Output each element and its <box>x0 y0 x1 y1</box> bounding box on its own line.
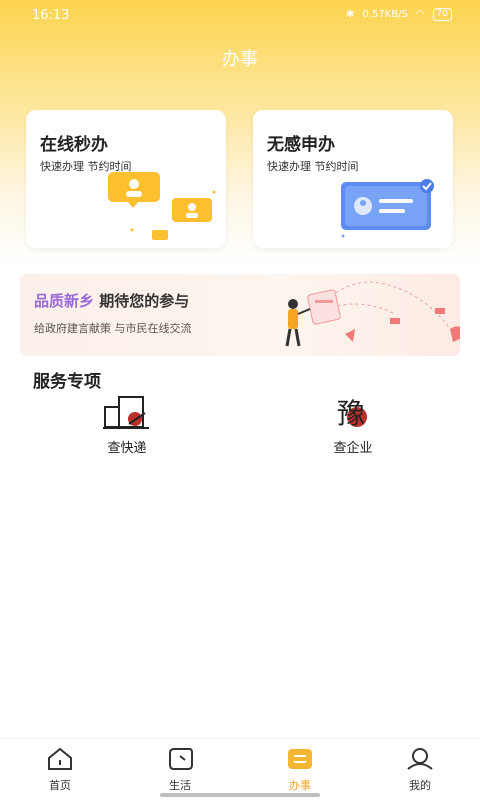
tab-label: 首页 <box>49 779 71 792</box>
card-seamless-apply[interactable]: 无感申办 快速办理 节约时间 <box>253 110 453 248</box>
chat-bubbles-illustration <box>108 172 216 240</box>
banner-title: 品质新乡 期待您的参与 <box>34 290 189 311</box>
card-online-instant[interactable]: 在线秒办 快速办理 节约时间 <box>26 110 226 248</box>
tab-home[interactable]: 首页 <box>20 747 100 793</box>
card-title: 无感申办 <box>267 135 335 155</box>
network-speed-value: 0.57 <box>362 9 385 20</box>
profile-icon <box>407 748 433 770</box>
banner-subtitle: 给政府建言献策 与市民在线交流 <box>34 322 192 335</box>
affairs-icon <box>288 749 312 769</box>
tab-label: 我的 <box>409 779 431 792</box>
status-bar: 16:13 ✱ 0.57KB/S ◠ 70 <box>0 0 480 32</box>
express-icon <box>103 396 149 429</box>
life-icon <box>169 748 193 770</box>
page-title: 办事 <box>222 49 258 70</box>
network-speed-unit: KB/S <box>384 9 408 20</box>
service-label: 查快递 <box>107 441 147 456</box>
wifi-icon: ◠ <box>415 9 425 20</box>
svg-text:豫: 豫 <box>337 397 365 430</box>
status-icons: ✱ 0.57KB/S ◠ 70 <box>346 8 452 21</box>
section-title-services: 服务专项 <box>33 372 101 392</box>
home-indicator <box>160 793 320 797</box>
banner-title-highlight: 品质新乡 <box>34 292 95 310</box>
enterprise-icon: 豫 <box>337 397 367 430</box>
bluetooth-icon: ✱ <box>346 9 355 20</box>
home-icon <box>48 747 72 770</box>
bottom-tab-bar: 首页 生活 办事 我的 <box>0 738 480 801</box>
card-title: 在线秒办 <box>40 135 108 155</box>
service-item-enterprise[interactable]: 豫 查企业 <box>303 393 403 456</box>
service-item-express[interactable]: 查快递 <box>77 393 177 456</box>
network-speed: 0.57KB/S <box>362 9 407 20</box>
banner-illustration <box>285 281 460 347</box>
tab-label: 办事 <box>289 779 311 792</box>
tab-label: 生活 <box>169 779 191 792</box>
promo-banner[interactable]: 品质新乡 期待您的参与 给政府建言献策 与市民在线交流 <box>20 274 460 356</box>
status-time: 16:13 <box>32 8 70 23</box>
tab-life[interactable]: 生活 <box>140 747 220 793</box>
id-card-illustration <box>341 179 434 238</box>
tab-mine[interactable]: 我的 <box>380 747 460 793</box>
service-label: 查企业 <box>333 441 373 456</box>
card-subtitle: 快速办理 节约时间 <box>267 160 359 173</box>
banner-title-rest: 期待您的参与 <box>94 292 190 310</box>
battery-icon: 70 <box>432 8 452 21</box>
tab-affairs[interactable]: 办事 <box>260 747 340 793</box>
